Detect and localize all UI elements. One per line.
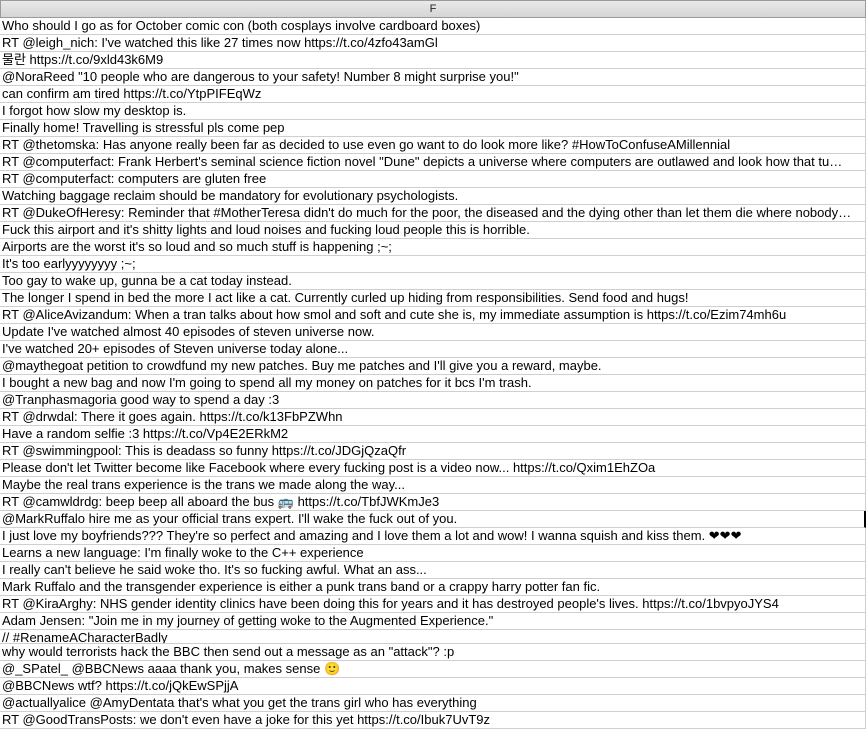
cell[interactable]: Learns a new language: I'm finally woke …	[0, 545, 866, 562]
cell[interactable]: 물란 https://t.co/9xld43k6M9	[0, 52, 866, 69]
cell[interactable]: RT @AliceAvizandum: When a tran talks ab…	[0, 307, 866, 324]
cell[interactable]: why would terrorists hack the BBC then s…	[0, 644, 866, 661]
cell[interactable]: Fuck this airport and it's shitty lights…	[0, 222, 866, 239]
cell[interactable]: It's too earlyyyyyyyy ;~;	[0, 256, 866, 273]
cell[interactable]: RT @swimmingpool: This is deadass so fun…	[0, 443, 866, 460]
cell[interactable]: I've watched 20+ episodes of Steven univ…	[0, 341, 866, 358]
cell[interactable]: The longer I spend in bed the more I act…	[0, 290, 866, 307]
cell[interactable]: Too gay to wake up, gunna be a cat today…	[0, 273, 866, 290]
cell[interactable]: I really can't believe he said woke tho.…	[0, 562, 866, 579]
cell[interactable]: @NoraReed "10 people who are dangerous t…	[0, 69, 866, 86]
cell[interactable]: I just love my boyfriends??? They're so …	[0, 528, 866, 545]
cell[interactable]: Finally home! Travelling is stressful pl…	[0, 120, 866, 137]
cell[interactable]: Have a random selfie :3 https://t.co/Vp4…	[0, 426, 866, 443]
cell[interactable]: RT @leigh_nich: I've watched this like 2…	[0, 35, 866, 52]
cell[interactable]: Maybe the real trans experience is the t…	[0, 477, 866, 494]
cell[interactable]: can confirm am tired https://t.co/YtpPIF…	[0, 86, 866, 103]
cell[interactable]: Update I've watched almost 40 episodes o…	[0, 324, 866, 341]
cell[interactable]: RT @KiraArghy: NHS gender identity clini…	[0, 596, 866, 613]
cell[interactable]: // #RenameACharacterBadly	[0, 630, 866, 644]
cell[interactable]: RT @computerfact: Frank Herbert's semina…	[0, 154, 866, 171]
cell[interactable]: RT @DukeOfHeresy: Reminder that #MotherT…	[0, 205, 866, 222]
cell[interactable]: @maythegoat petition to crowdfund my new…	[0, 358, 866, 375]
cell[interactable]: RT @computerfact: computers are gluten f…	[0, 171, 866, 188]
cell[interactable]: @actuallyalice @AmyDentata that's what y…	[0, 695, 866, 712]
cell[interactable]: I forgot how slow my desktop is.	[0, 103, 866, 120]
column-header-f[interactable]: F	[0, 0, 866, 18]
cell[interactable]: I bought a new bag and now I'm going to …	[0, 375, 866, 392]
cell[interactable]: Mark Ruffalo and the transgender experie…	[0, 579, 866, 596]
cell[interactable]: Please don't let Twitter become like Fac…	[0, 460, 866, 477]
cell[interactable]: RT @camwldrdg: beep beep all aboard the …	[0, 494, 866, 511]
cell-selected[interactable]: @MarkRuffalo hire me as your official tr…	[0, 511, 866, 528]
cell[interactable]: RT @thetomska: Has anyone really been fa…	[0, 137, 866, 154]
cell[interactable]: Who should I go as for October comic con…	[0, 18, 866, 35]
cell[interactable]: @BBCNews wtf? https://t.co/jQkEwSPjjA	[0, 678, 866, 695]
cell[interactable]: Watching baggage reclaim should be manda…	[0, 188, 866, 205]
cell[interactable]: RT @GoodTransPosts: we don't even have a…	[0, 712, 866, 729]
cell[interactable]: Airports are the worst it's so loud and …	[0, 239, 866, 256]
cell-list: Who should I go as for October comic con…	[0, 18, 866, 729]
cell[interactable]: Adam Jensen: "Join me in my journey of g…	[0, 613, 866, 630]
cell[interactable]: RT @drwdal: There it goes again. https:/…	[0, 409, 866, 426]
cell[interactable]: @_SPatel_ @BBCNews aaaa thank you, makes…	[0, 661, 866, 678]
cell[interactable]: @Tranphasmagoria good way to spend a day…	[0, 392, 866, 409]
